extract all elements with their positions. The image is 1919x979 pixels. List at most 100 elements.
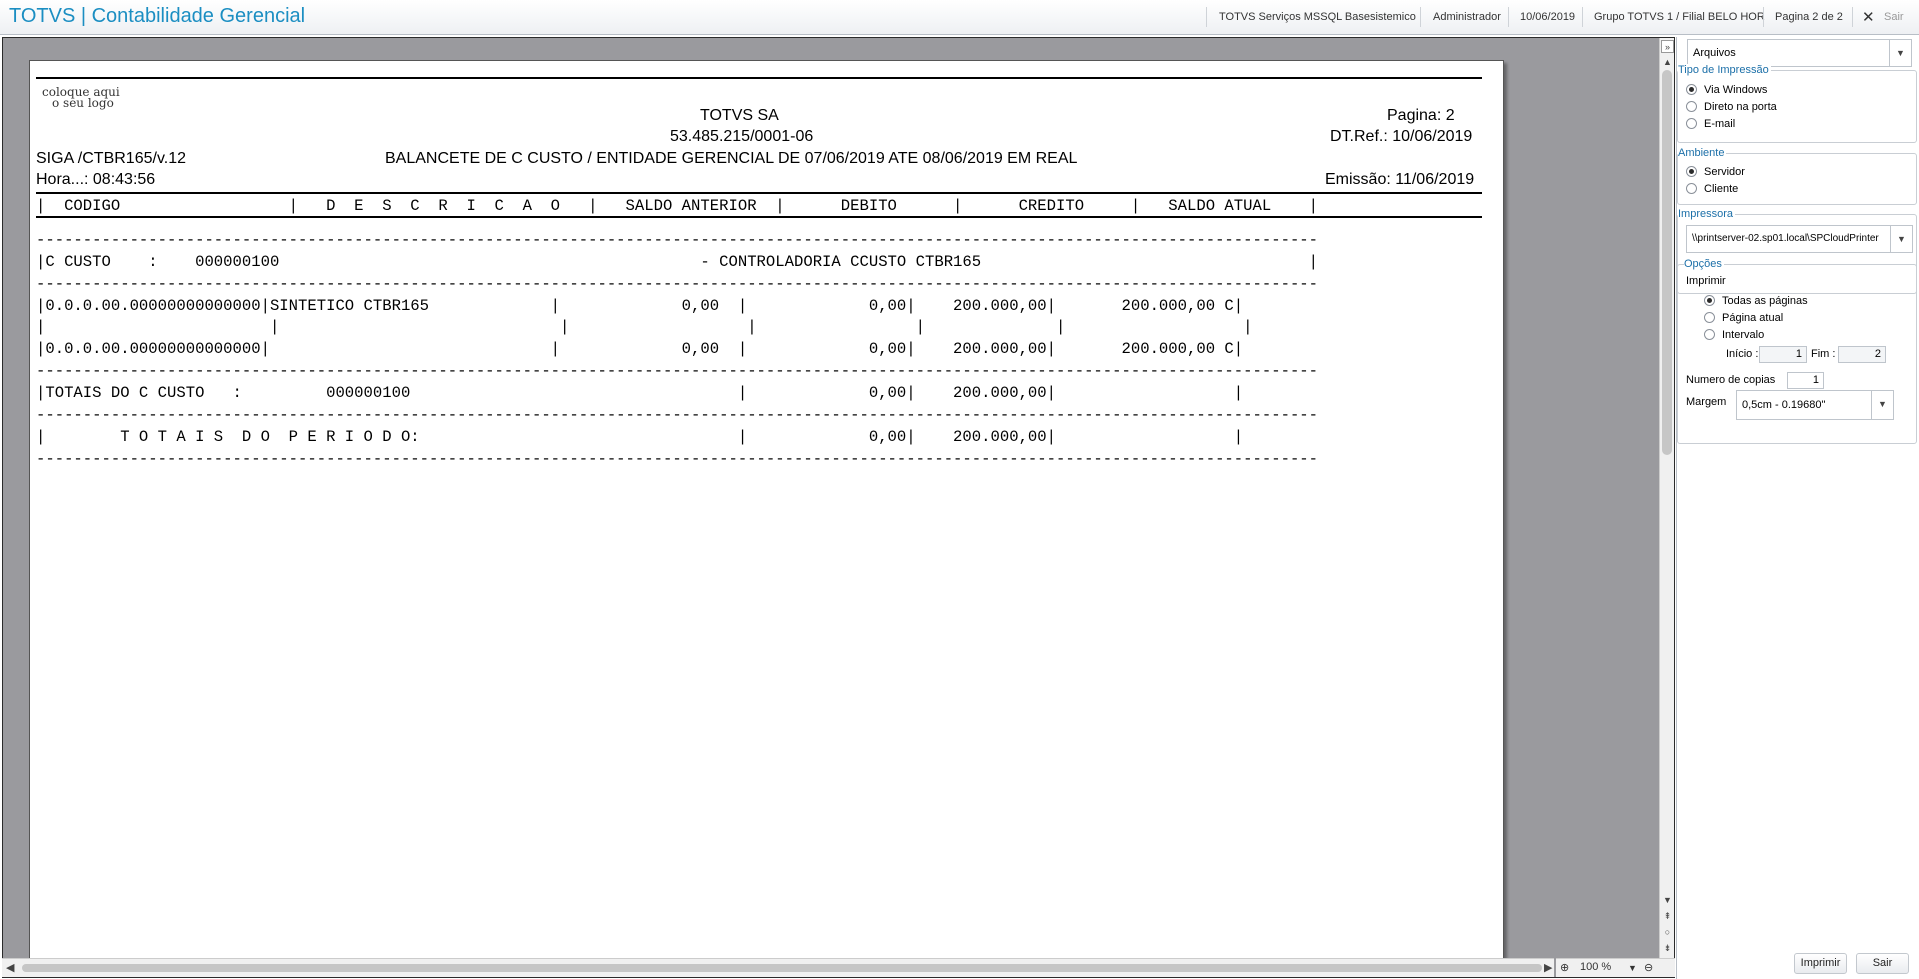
radio-icon [1686, 183, 1697, 195]
environment-label: Ambiente [1678, 147, 1727, 159]
radio-via-windows[interactable]: Via Windows [1686, 81, 1768, 96]
report-preview: coloque aqui o seu logo TOTVS SA 53.485.… [2, 37, 1675, 978]
branch-label: Grupo TOTVS 1 / Filial BELO HOR [1594, 11, 1765, 23]
company-cnpj: 53.485.215/0001-06 [670, 128, 814, 145]
radio-email[interactable]: E-mail [1686, 115, 1736, 130]
radio-label: E-mail [1704, 117, 1736, 130]
radio-selected-icon [1704, 295, 1715, 307]
zoom-value[interactable]: 100 % [1580, 961, 1611, 973]
radio-direct-port[interactable]: Direto na porta [1686, 98, 1777, 113]
date-label: 10/06/2019 [1520, 11, 1576, 23]
radio-label: Todas as páginas [1722, 294, 1808, 307]
scroll-up-icon[interactable]: ▲ [1661, 56, 1674, 69]
top-header: TOTVS | Contabilidade Gerencial TOTVS Se… [0, 0, 1919, 35]
radio-icon [1704, 312, 1715, 324]
user-label: Administrador [1433, 11, 1501, 23]
page-number: Pagina: 2 [1387, 107, 1455, 124]
copies-label: Numero de copias [1686, 374, 1776, 386]
app-title: TOTVS | Contabilidade Gerencial [9, 5, 306, 27]
page-counter: Pagina 2 de 2 [1775, 11, 1843, 23]
header-separator [1852, 7, 1853, 27]
table-row: |0.0.0.00.00000000000000| | 0,00 | 0,00|… [36, 340, 1244, 358]
dash-separator: ----------------------------------------… [36, 450, 1319, 468]
report-header-rule [36, 192, 1482, 194]
report-time: Hora...: 08:43:56 [36, 171, 156, 188]
dash-separator: ----------------------------------------… [36, 362, 1319, 380]
dash-separator: ----------------------------------------… [36, 406, 1319, 424]
table-row-blank: | | | | | | | [36, 318, 1253, 336]
reference-date: DT.Ref.: 10/06/2019 [1330, 128, 1473, 145]
radio-current-page[interactable]: Página atual [1704, 309, 1784, 324]
close-icon[interactable]: ✕ [1862, 8, 1875, 26]
header-separator [1420, 7, 1421, 27]
exit-button[interactable]: Sair [1856, 953, 1909, 974]
program-version: SIGA /CTBR165/v.12 [36, 150, 186, 167]
cost-center-totals: |TOTAIS DO C CUSTO : 000000100 | 0,00| 2… [36, 384, 1244, 402]
chevron-down-icon[interactable]: ▼ [1871, 391, 1893, 419]
zoom-out-icon[interactable]: ⊖ [1644, 961, 1653, 974]
emission-date: Emissão: 11/06/2019 [1325, 171, 1475, 188]
page-down-icon[interactable]: ⇟ [1661, 942, 1674, 955]
header-separator [1582, 7, 1583, 27]
header-separator [1763, 7, 1764, 27]
print-settings-panel: Arquivos ▼ Tipo de Impressão Via Windows… [1676, 37, 1919, 979]
radio-label: Página atual [1722, 311, 1784, 324]
start-page-input[interactable]: 1 [1759, 346, 1807, 363]
options-label: Opções [1684, 258, 1724, 270]
last-page-icon[interactable]: » [1661, 40, 1674, 53]
print-button[interactable]: Imprimir [1794, 953, 1847, 974]
margin-label: Margem [1686, 396, 1727, 408]
print-type-group: Tipo de Impressão Via Windows Direto na … [1677, 64, 1917, 143]
radio-icon [1686, 101, 1697, 113]
radio-selected-icon [1686, 84, 1697, 96]
exit-link[interactable]: Sair [1884, 11, 1904, 23]
zoom-dropdown-icon[interactable]: ▼ [1628, 963, 1637, 973]
cost-center-line: |C CUSTO : 000000100 - CONTROLADORIA CCU… [36, 253, 1319, 271]
radio-client[interactable]: Cliente [1686, 180, 1739, 195]
end-page-input[interactable]: 2 [1838, 346, 1886, 363]
horizontal-scrollbar[interactable]: ◀ ▶ [2, 958, 1554, 977]
radio-all-pages[interactable]: Todas as páginas [1704, 292, 1808, 307]
refresh-icon[interactable]: ○ [1661, 926, 1674, 939]
radio-label: Direto na porta [1704, 100, 1777, 113]
chevron-down-icon[interactable]: ▼ [1889, 40, 1911, 66]
output-select-value: Arquivos [1693, 47, 1736, 59]
horizontal-scroll-thumb[interactable] [22, 964, 1542, 972]
end-label: Fim : [1811, 348, 1836, 360]
dash-separator: ----------------------------------------… [36, 275, 1319, 293]
scroll-right-icon[interactable]: ▶ [1544, 961, 1552, 974]
vertical-scroll-thumb[interactable] [1662, 70, 1672, 455]
table-row: |0.0.0.00.00000000000000|SINTETICO CTBR1… [36, 297, 1244, 315]
zoom-control: ⊕ 100 % ▼ ⊖ [1556, 958, 1675, 977]
chevron-down-icon[interactable]: ▼ [1890, 226, 1912, 252]
output-select[interactable]: Arquivos ▼ [1687, 39, 1912, 67]
header-separator [1206, 7, 1207, 27]
zoom-in-icon[interactable]: ⊕ [1560, 961, 1569, 974]
options-group: Opções Imprimir Todas as páginas Página … [1677, 258, 1917, 444]
margin-select-value: 0,5cm - 0.19680" [1742, 399, 1826, 411]
margin-select[interactable]: 0,5cm - 0.19680" ▼ [1736, 390, 1894, 420]
scroll-down-icon[interactable]: ▼ [1661, 894, 1674, 907]
dash-separator: ----------------------------------------… [36, 231, 1319, 249]
environment-label: TOTVS Serviços MSSQL Basesistemico [1219, 11, 1416, 23]
header-separator [1508, 7, 1509, 27]
print-label: Imprimir [1686, 275, 1726, 287]
printer-select[interactable]: \\printserver-02.sp01.local\SPCloudPrint… [1686, 225, 1913, 253]
environment-group: Ambiente Servidor Cliente [1677, 147, 1917, 205]
page-up-icon[interactable]: ⇞ [1661, 910, 1674, 923]
radio-label: Via Windows [1704, 83, 1768, 96]
company-name: TOTVS SA [700, 107, 779, 124]
app-window: TOTVS | Contabilidade Gerencial TOTVS Se… [0, 0, 1919, 979]
copies-input[interactable]: 1 [1787, 372, 1824, 389]
logo-text-line: o seu logo [52, 96, 114, 110]
report-top-rule [36, 77, 1482, 79]
radio-interval[interactable]: Intervalo [1704, 326, 1764, 341]
logo-placeholder: coloque aqui o seu logo [42, 86, 152, 110]
printer-label: Impressora [1678, 208, 1736, 220]
scroll-left-icon[interactable]: ◀ [6, 961, 14, 974]
radio-selected-icon [1686, 166, 1697, 178]
radio-label: Cliente [1704, 182, 1739, 195]
start-label: Início : [1726, 348, 1759, 360]
vertical-scrollbar[interactable]: » ▲ ▼ ⇞ ○ ⇟ [1659, 38, 1674, 977]
radio-server[interactable]: Servidor [1686, 163, 1745, 178]
